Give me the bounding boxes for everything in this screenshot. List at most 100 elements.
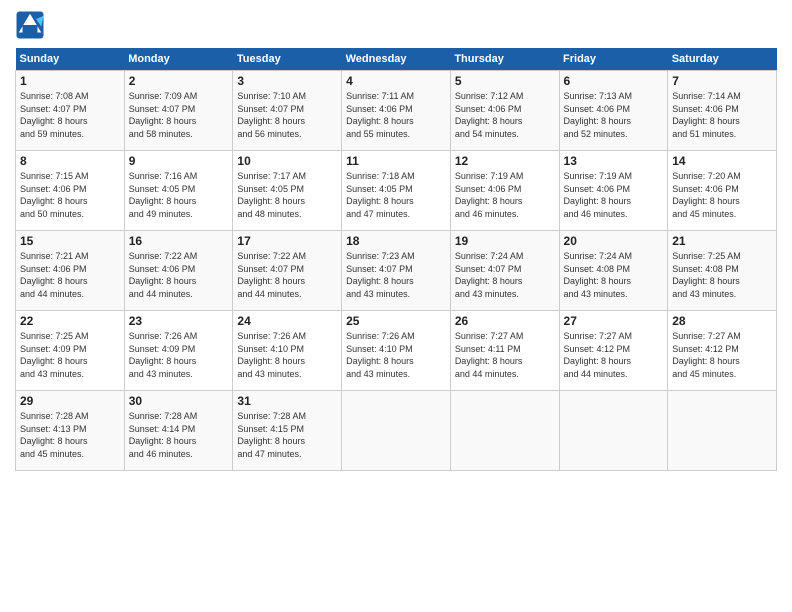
- day-number: 30: [129, 394, 229, 408]
- col-header-friday: Friday: [559, 48, 668, 71]
- day-info: Sunrise: 7:26 AMSunset: 4:10 PMDaylight:…: [237, 330, 337, 380]
- day-info: Sunrise: 7:24 AMSunset: 4:07 PMDaylight:…: [455, 250, 555, 300]
- calendar-cell: 22 Sunrise: 7:25 AMSunset: 4:09 PMDayligh…: [16, 311, 125, 391]
- col-header-wednesday: Wednesday: [342, 48, 451, 71]
- calendar-cell: 21Sunrise: 7:25 AMSunset: 4:08 PMDayligh…: [668, 231, 777, 311]
- day-number: 15: [20, 234, 120, 248]
- day-info: Sunrise: 7:09 AMSunset: 4:07 PMDaylight:…: [129, 90, 229, 140]
- day-number: 12: [455, 154, 555, 168]
- calendar-cell: 29 Sunrise: 7:28 AMSunset: 4:13 PMDayligh…: [16, 391, 125, 471]
- calendar-cell: 10Sunrise: 7:17 AMSunset: 4:05 PMDayligh…: [233, 151, 342, 231]
- week-row-4: 22 Sunrise: 7:25 AMSunset: 4:09 PMDayligh…: [16, 311, 777, 391]
- day-info: Sunrise: 7:28 AMSunset: 4:13 PMDaylight:…: [20, 410, 120, 460]
- day-info: Sunrise: 7:27 AMSunset: 4:11 PMDaylight:…: [455, 330, 555, 380]
- week-row-1: 1 Sunrise: 7:08 AMSunset: 4:07 PMDaylight…: [16, 71, 777, 151]
- page-container: SundayMondayTuesdayWednesdayThursdayFrid…: [0, 0, 792, 481]
- day-info: Sunrise: 7:22 AMSunset: 4:07 PMDaylight:…: [237, 250, 337, 300]
- calendar-cell: 30 Sunrise: 7:28 AMSunset: 4:14 PMDayligh…: [124, 391, 233, 471]
- day-info: Sunrise: 7:21 AMSunset: 4:06 PMDaylight:…: [20, 250, 120, 300]
- calendar-cell: 12 Sunrise: 7:19 AMSunset: 4:06 PMDayligh…: [450, 151, 559, 231]
- calendar-cell: 17 Sunrise: 7:22 AMSunset: 4:07 PMDayligh…: [233, 231, 342, 311]
- day-number: 23: [129, 314, 229, 328]
- calendar-cell: 24Sunrise: 7:26 AMSunset: 4:10 PMDayligh…: [233, 311, 342, 391]
- calendar-cell: 19Sunrise: 7:24 AMSunset: 4:07 PMDayligh…: [450, 231, 559, 311]
- week-row-2: 8 Sunrise: 7:15 AMSunset: 4:06 PMDaylight…: [16, 151, 777, 231]
- calendar-table: SundayMondayTuesdayWednesdayThursdayFrid…: [15, 48, 777, 471]
- day-info: Sunrise: 7:25 AMSunset: 4:08 PMDaylight:…: [672, 250, 772, 300]
- day-number: 11: [346, 154, 446, 168]
- day-info: Sunrise: 7:10 AMSunset: 4:07 PMDaylight:…: [237, 90, 337, 140]
- day-info: Sunrise: 7:24 AMSunset: 4:08 PMDaylight:…: [564, 250, 664, 300]
- day-number: 16: [129, 234, 229, 248]
- day-info: Sunrise: 7:11 AMSunset: 4:06 PMDaylight:…: [346, 90, 446, 140]
- calendar-cell: 28 Sunrise: 7:27 AMSunset: 4:12 PMDayligh…: [668, 311, 777, 391]
- day-info: Sunrise: 7:13 AMSunset: 4:06 PMDaylight:…: [564, 90, 664, 140]
- calendar-cell: 1 Sunrise: 7:08 AMSunset: 4:07 PMDaylight…: [16, 71, 125, 151]
- day-number: 3: [237, 74, 337, 88]
- day-number: 8: [20, 154, 120, 168]
- day-info: Sunrise: 7:12 AMSunset: 4:06 PMDaylight:…: [455, 90, 555, 140]
- calendar-cell: 20 Sunrise: 7:24 AMSunset: 4:08 PMDayligh…: [559, 231, 668, 311]
- day-info: Sunrise: 7:28 AMSunset: 4:15 PMDaylight:…: [237, 410, 337, 460]
- logo: [15, 10, 49, 40]
- day-number: 14: [672, 154, 772, 168]
- day-number: 29: [20, 394, 120, 408]
- calendar-cell: 25Sunrise: 7:26 AMSunset: 4:10 PMDayligh…: [342, 311, 451, 391]
- day-info: Sunrise: 7:26 AMSunset: 4:09 PMDaylight:…: [129, 330, 229, 380]
- calendar-cell: 3 Sunrise: 7:10 AMSunset: 4:07 PMDaylight…: [233, 71, 342, 151]
- day-number: 27: [564, 314, 664, 328]
- day-number: 31: [237, 394, 337, 408]
- day-number: 6: [564, 74, 664, 88]
- day-number: 1: [20, 74, 120, 88]
- calendar-cell: 9 Sunrise: 7:16 AMSunset: 4:05 PMDaylight…: [124, 151, 233, 231]
- day-number: 20: [564, 234, 664, 248]
- day-info: Sunrise: 7:28 AMSunset: 4:14 PMDaylight:…: [129, 410, 229, 460]
- day-info: Sunrise: 7:14 AMSunset: 4:06 PMDaylight:…: [672, 90, 772, 140]
- logo-icon: [15, 10, 45, 40]
- day-info: Sunrise: 7:20 AMSunset: 4:06 PMDaylight:…: [672, 170, 772, 220]
- week-row-5: 29 Sunrise: 7:28 AMSunset: 4:13 PMDayligh…: [16, 391, 777, 471]
- calendar-cell: 7 Sunrise: 7:14 AMSunset: 4:06 PMDaylight…: [668, 71, 777, 151]
- day-number: 13: [564, 154, 664, 168]
- calendar-cell: 26 Sunrise: 7:27 AMSunset: 4:11 PMDayligh…: [450, 311, 559, 391]
- day-info: Sunrise: 7:15 AMSunset: 4:06 PMDaylight:…: [20, 170, 120, 220]
- day-number: 17: [237, 234, 337, 248]
- col-header-tuesday: Tuesday: [233, 48, 342, 71]
- calendar-cell: 27Sunrise: 7:27 AMSunset: 4:12 PMDayligh…: [559, 311, 668, 391]
- day-info: Sunrise: 7:19 AMSunset: 4:06 PMDaylight:…: [564, 170, 664, 220]
- day-number: 28: [672, 314, 772, 328]
- calendar-cell: [342, 391, 451, 471]
- col-header-thursday: Thursday: [450, 48, 559, 71]
- day-info: Sunrise: 7:16 AMSunset: 4:05 PMDaylight:…: [129, 170, 229, 220]
- day-info: Sunrise: 7:17 AMSunset: 4:05 PMDaylight:…: [237, 170, 337, 220]
- day-info: Sunrise: 7:22 AMSunset: 4:06 PMDaylight:…: [129, 250, 229, 300]
- col-header-sunday: Sunday: [16, 48, 125, 71]
- day-info: Sunrise: 7:23 AMSunset: 4:07 PMDaylight:…: [346, 250, 446, 300]
- day-info: Sunrise: 7:08 AMSunset: 4:07 PMDaylight:…: [20, 90, 120, 140]
- day-number: 2: [129, 74, 229, 88]
- day-number: 26: [455, 314, 555, 328]
- day-number: 22: [20, 314, 120, 328]
- col-header-saturday: Saturday: [668, 48, 777, 71]
- calendar-cell: 5Sunrise: 7:12 AMSunset: 4:06 PMDaylight…: [450, 71, 559, 151]
- calendar-cell: 6 Sunrise: 7:13 AMSunset: 4:06 PMDaylight…: [559, 71, 668, 151]
- calendar-cell: 31 Sunrise: 7:28 AMSunset: 4:15 PMDayligh…: [233, 391, 342, 471]
- calendar-cell: 8 Sunrise: 7:15 AMSunset: 4:06 PMDaylight…: [16, 151, 125, 231]
- day-info: Sunrise: 7:18 AMSunset: 4:05 PMDaylight:…: [346, 170, 446, 220]
- day-info: Sunrise: 7:19 AMSunset: 4:06 PMDaylight:…: [455, 170, 555, 220]
- calendar-cell: 15 Sunrise: 7:21 AMSunset: 4:06 PMDayligh…: [16, 231, 125, 311]
- day-number: 9: [129, 154, 229, 168]
- calendar-cell: 23 Sunrise: 7:26 AMSunset: 4:09 PMDayligh…: [124, 311, 233, 391]
- day-number: 4: [346, 74, 446, 88]
- day-info: Sunrise: 7:25 AMSunset: 4:09 PMDaylight:…: [20, 330, 120, 380]
- day-number: 18: [346, 234, 446, 248]
- header: [15, 10, 777, 40]
- calendar-cell: [450, 391, 559, 471]
- calendar-cell: [559, 391, 668, 471]
- calendar-cell: 14 Sunrise: 7:20 AMSunset: 4:06 PMDayligh…: [668, 151, 777, 231]
- day-info: Sunrise: 7:27 AMSunset: 4:12 PMDaylight:…: [672, 330, 772, 380]
- day-number: 25: [346, 314, 446, 328]
- col-header-monday: Monday: [124, 48, 233, 71]
- calendar-cell: 16 Sunrise: 7:22 AMSunset: 4:06 PMDayligh…: [124, 231, 233, 311]
- day-number: 7: [672, 74, 772, 88]
